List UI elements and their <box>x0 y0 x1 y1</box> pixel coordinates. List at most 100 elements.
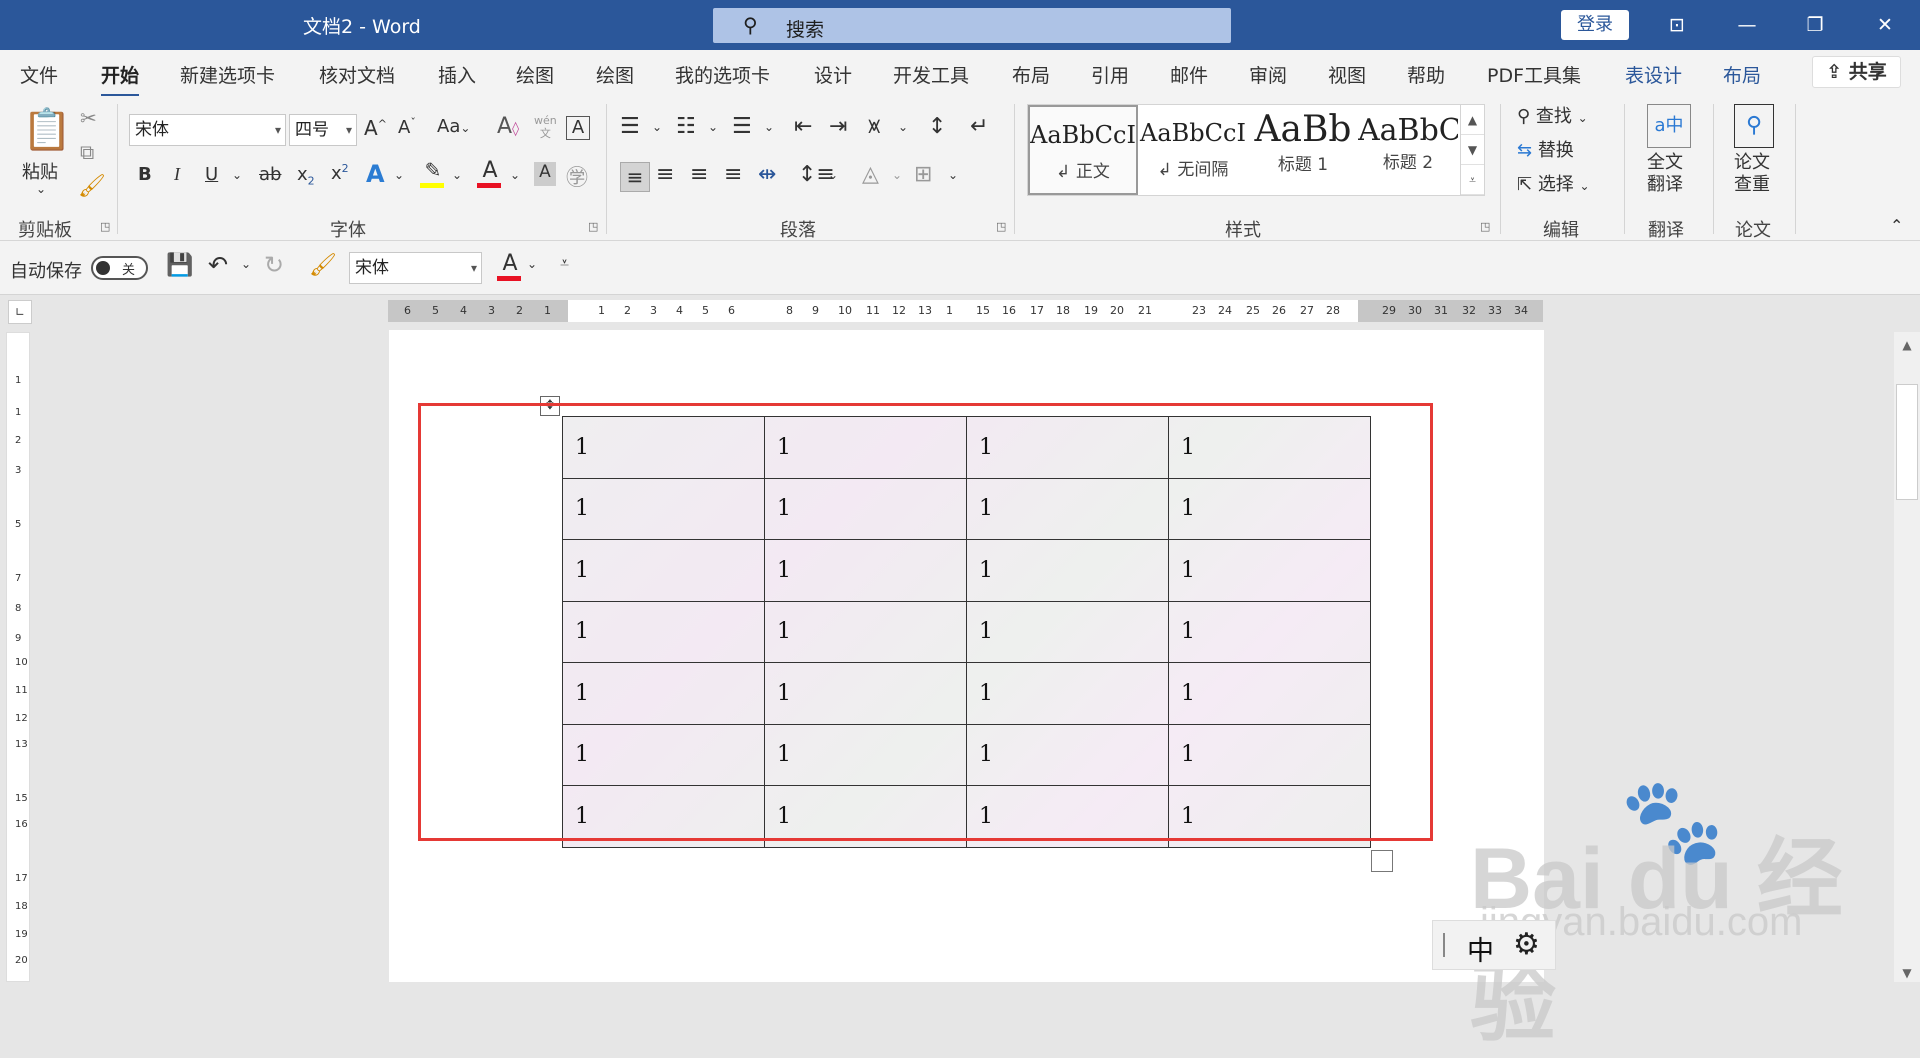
underline-dropdown-icon[interactable]: ⌄ <box>232 168 242 182</box>
numbering-icon[interactable]: ☷ <box>676 114 696 139</box>
borders-icon[interactable]: ⊞ <box>914 162 932 187</box>
ribbon-display-options-icon[interactable]: ⊡ <box>1657 8 1697 42</box>
format-painter-icon[interactable]: 🖌 <box>78 174 106 199</box>
justify-icon[interactable]: ≡ <box>724 162 742 187</box>
shading-icon[interactable]: ◬ <box>862 162 879 187</box>
tab-view[interactable]: 视图 <box>1328 61 1366 88</box>
tab-references[interactable]: 引用 <box>1091 61 1129 88</box>
autosave-toggle[interactable]: 关 <box>91 256 148 280</box>
styles-launcher-icon[interactable]: ◳ <box>1480 220 1490 233</box>
qat-font-color-icon[interactable]: A <box>497 251 523 283</box>
align-right-icon[interactable]: ≡ <box>690 162 708 187</box>
gear-icon[interactable]: ⚙ <box>1513 927 1540 962</box>
minimize-icon[interactable]: — <box>1727 8 1767 42</box>
clipboard-launcher-icon[interactable]: ◳ <box>100 220 110 233</box>
scrollbar-thumb[interactable] <box>1896 384 1918 500</box>
translate-icon[interactable]: a中 <box>1647 104 1691 148</box>
style-no-spacing[interactable]: AaBbCcI ↲ 无间隔 <box>1138 105 1248 195</box>
undo-icon[interactable]: ↶ <box>208 251 228 279</box>
grow-font-icon[interactable]: A^ <box>364 116 387 140</box>
italic-icon[interactable]: I <box>174 164 180 185</box>
horizontal-ruler[interactable]: 6 5 4 3 2 1 1 2 3 4 5 6 8 9 10 11 12 13 … <box>388 300 1543 322</box>
qat-font-select[interactable]: 宋体 ▾ <box>349 252 482 284</box>
font-launcher-icon[interactable]: ◳ <box>588 220 598 233</box>
sort-icon[interactable]: ↕ <box>928 114 946 139</box>
clear-formatting-icon[interactable]: A◊ <box>497 114 519 139</box>
format-painter-icon[interactable]: 🖌 <box>309 253 337 278</box>
font-family-select[interactable]: 宋体 ▾ <box>129 114 286 146</box>
table-resize-handle[interactable] <box>1371 850 1393 872</box>
tab-layout[interactable]: 布局 <box>1012 61 1050 88</box>
qat-font-color-dropdown-icon[interactable]: ⌄ <box>527 257 537 271</box>
character-border-icon[interactable]: A <box>566 116 590 140</box>
borders-dropdown-icon[interactable]: ⌄ <box>948 168 958 182</box>
search-box[interactable]: ⚲ 搜索 <box>713 8 1231 43</box>
decrease-indent-icon[interactable]: ⇤ <box>794 114 812 139</box>
tab-table-layout[interactable]: 布局 <box>1723 61 1761 88</box>
character-shading-icon[interactable]: A <box>534 162 556 186</box>
show-marks-icon[interactable]: ↵ <box>970 114 988 139</box>
paste-button[interactable]: 粘贴 <box>22 158 58 184</box>
font-color-dropdown-icon[interactable]: ⌄ <box>510 168 520 182</box>
font-size-select[interactable]: 四号 ▾ <box>289 114 357 146</box>
bullets-dropdown-icon[interactable]: ⌄ <box>652 120 662 134</box>
style-normal[interactable]: AaBbCcI ↲ 正文 <box>1028 105 1138 195</box>
line-spacing-dropdown-icon[interactable]: ⌄ <box>828 168 838 182</box>
enclose-characters-icon[interactable]: ㊫ <box>566 160 588 192</box>
tab-draw-2[interactable]: 绘图 <box>596 61 634 88</box>
chinese-layout-dropdown-icon[interactable]: ⌄ <box>898 120 908 134</box>
highlight-dropdown-icon[interactable]: ⌄ <box>452 168 462 182</box>
select-button[interactable]: ⇱ 选择 ⌄ <box>1517 170 1590 196</box>
superscript-icon[interactable]: x2 <box>331 162 349 184</box>
distributed-icon[interactable]: ⇹ <box>758 162 776 187</box>
align-left-icon[interactable]: ≡ <box>620 162 650 192</box>
style-heading-2[interactable]: AaBbC 标题 2 <box>1358 105 1458 195</box>
collapse-ribbon-icon[interactable]: ⌃ <box>1890 216 1903 235</box>
text-effects-icon[interactable]: A <box>366 160 385 188</box>
tab-table-design[interactable]: 表设计 <box>1625 61 1682 88</box>
customize-qat-icon[interactable]: ⩡ <box>560 253 569 273</box>
shading-dropdown-icon[interactable]: ⌄ <box>892 168 902 182</box>
chinese-layout-icon[interactable]: ⩙ <box>868 114 880 139</box>
chevron-down-icon[interactable]: ▼ <box>1461 135 1484 165</box>
redo-icon[interactable]: ↻ <box>264 251 284 279</box>
tab-developer[interactable]: 开发工具 <box>893 61 969 88</box>
login-button[interactable]: 登录 <box>1561 10 1629 40</box>
close-icon[interactable]: ✕ <box>1865 8 1905 42</box>
share-button[interactable]: ⇪ 共享 <box>1812 56 1901 88</box>
strikethrough-icon[interactable]: ab <box>259 164 281 185</box>
find-button[interactable]: ⚲ 查找 ⌄ <box>1517 102 1588 128</box>
subscript-icon[interactable]: x2 <box>297 164 315 188</box>
save-icon[interactable]: 💾 <box>166 253 193 278</box>
underline-icon[interactable]: U <box>205 164 218 185</box>
increase-indent-icon[interactable]: ⇥ <box>829 114 847 139</box>
text-effects-dropdown-icon[interactable]: ⌄ <box>394 168 404 182</box>
paper-check-button[interactable]: 论文 查重 <box>1734 152 1770 196</box>
tab-design[interactable]: 设计 <box>814 61 852 88</box>
numbering-dropdown-icon[interactable]: ⌄ <box>708 120 718 134</box>
chevron-up-icon[interactable]: ▲ <box>1461 105 1484 135</box>
undo-dropdown-icon[interactable]: ⌄ <box>241 257 251 271</box>
paper-check-icon[interactable]: ⚲ <box>1734 104 1774 148</box>
tab-draw-1[interactable]: 绘图 <box>516 61 554 88</box>
paste-icon[interactable]: 📋 <box>22 106 72 156</box>
shrink-font-icon[interactable]: Aˇ <box>398 116 416 138</box>
tab-review[interactable]: 审阅 <box>1249 61 1287 88</box>
multilevel-dropdown-icon[interactable]: ⌄ <box>764 120 774 134</box>
align-center-icon[interactable]: ≡ <box>656 162 674 187</box>
replace-button[interactable]: ⇆ 替换 <box>1517 136 1574 162</box>
full-translate-button[interactable]: 全文 翻译 <box>1647 152 1683 196</box>
phonetic-guide-icon[interactable]: wén 文 <box>534 114 557 140</box>
tab-proofread[interactable]: 核对文档 <box>319 61 395 88</box>
style-heading-1[interactable]: AaBb 标题 1 <box>1248 105 1358 195</box>
bullets-icon[interactable]: ☰ <box>620 114 640 139</box>
tab-home[interactable]: 开始 <box>101 61 140 97</box>
highlight-color-icon[interactable]: ✎ <box>420 158 446 190</box>
paragraph-launcher-icon[interactable]: ◳ <box>996 220 1006 233</box>
drag-grip-icon[interactable] <box>1443 933 1445 957</box>
vertical-ruler[interactable]: 1 1 2 3 5 7 8 9 10 11 12 13 15 16 17 18 … <box>6 332 30 982</box>
font-color-icon[interactable]: A <box>477 158 503 190</box>
multilevel-list-icon[interactable]: ☰ <box>732 114 752 139</box>
bold-icon[interactable]: B <box>138 164 152 185</box>
scroll-up-icon[interactable]: ▲ <box>1894 338 1920 352</box>
